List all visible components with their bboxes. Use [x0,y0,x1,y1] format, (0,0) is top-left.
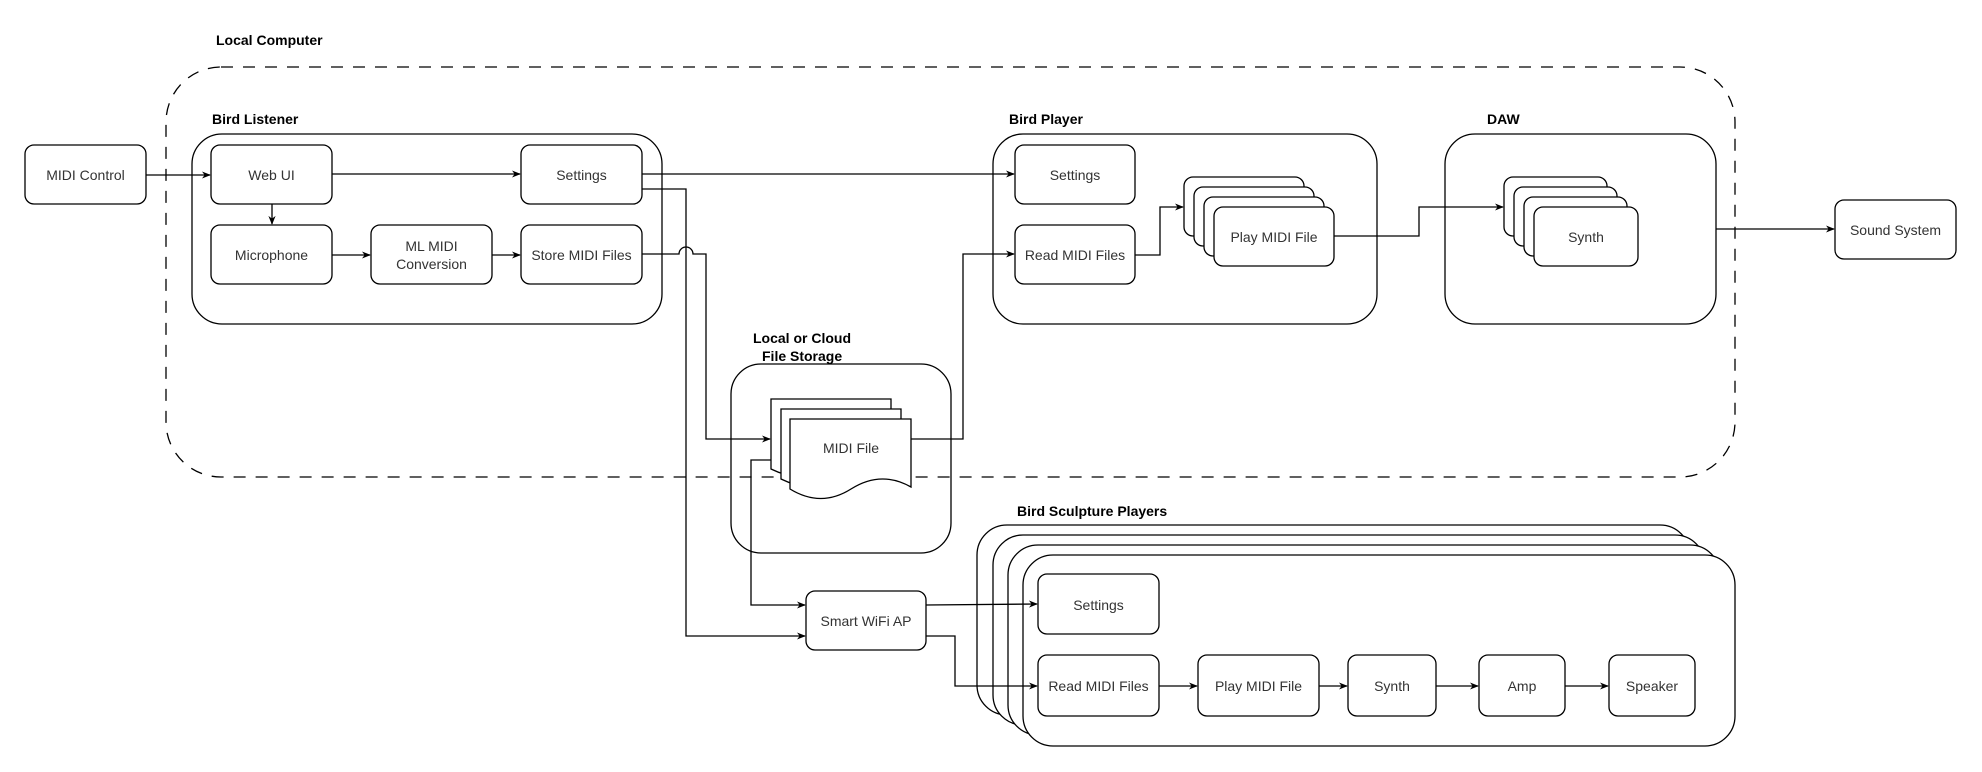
node-player-settings[interactable]: Settings [1014,144,1136,205]
node-label: Settings [1073,597,1124,613]
node-midi-control[interactable]: MIDI Control [24,144,147,205]
local-computer-title: Local Computer [216,32,323,48]
node-shape [789,418,912,500]
node-label: Settings [1050,167,1101,183]
node-label: Read MIDI Files [1025,247,1125,263]
bird-sculpture-players-title: Bird Sculpture Players [1017,503,1167,519]
node-smart-wifi-ap[interactable]: Smart WiFi AP [805,590,927,651]
node-label: Web UI [248,167,294,183]
node-label: Smart WiFi AP [820,613,911,629]
node-sculpture-amp[interactable]: Amp [1478,654,1566,717]
node-label: Read MIDI Files [1048,678,1148,694]
daw-title: DAW [1487,111,1520,127]
node-label: Play MIDI File [1230,229,1317,245]
node-sculpture-synth[interactable]: Synth [1347,654,1437,717]
node-player-read-midi-files[interactable]: Read MIDI Files [1014,224,1136,285]
bird-player-title: Bird Player [1009,111,1083,127]
node-player-play-midi-file-stack[interactable]: Play MIDI File [1183,176,1335,267]
node-label: MIDI File [823,440,879,456]
node-shape [370,224,493,285]
node-listener-store-midi-files[interactable]: Store MIDI Files [520,224,643,285]
node-sound-system[interactable]: Sound System [1834,199,1957,260]
node-label: Store MIDI Files [531,247,631,263]
node-label: Speaker [1626,678,1678,694]
node-listener-web-ui[interactable]: Web UI [210,144,333,205]
edge-read-play [1135,203,1184,256]
node-label: Settings [556,167,607,183]
architecture-diagram: Local Computer Bird Listener Bird Player… [24,32,1957,747]
file-storage-title-line1: Local or Cloud [753,330,851,346]
node-label: Microphone [235,247,308,263]
node-label: MIDI Control [46,167,125,183]
edge-midifile-player-read [911,250,1015,440]
node-label: Synth [1568,229,1604,245]
node-sculpture-read-midi-files[interactable]: Read MIDI Files [1037,654,1160,717]
edge-store-midifile [642,246,771,443]
node-label: ML MIDI [405,238,457,254]
node-label: Conversion [396,256,467,272]
file-storage-title-line2: File Storage [762,348,842,364]
node-listener-microphone[interactable]: Microphone [210,224,333,285]
node-listener-settings[interactable]: Settings [520,144,643,205]
node-sculpture-play-midi-file[interactable]: Play MIDI File [1197,654,1320,717]
node-sculpture-speaker[interactable]: Speaker [1608,654,1696,717]
node-label: Synth [1374,678,1410,694]
bird-listener-title: Bird Listener [212,111,299,127]
node-sculpture-settings[interactable]: Settings [1037,573,1160,635]
node-label: Amp [1508,678,1537,694]
edge-play-daw-synth [1334,203,1504,237]
node-midi-file-stack[interactable]: MIDI File [770,398,912,500]
node-listener-ml-midi-conversion[interactable]: ML MIDI Conversion [370,224,493,285]
node-label: Play MIDI File [1215,678,1302,694]
node-label: Sound System [1850,222,1941,238]
node-daw-synth-stack[interactable]: Synth [1503,176,1639,267]
